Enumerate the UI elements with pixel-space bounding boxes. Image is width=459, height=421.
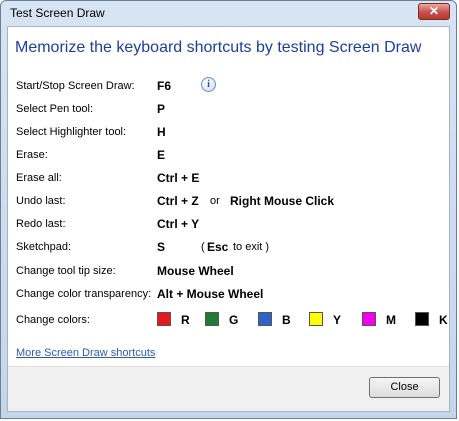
color-letter: M: [386, 313, 396, 327]
paren-open: (: [201, 241, 205, 253]
color-letter: R: [181, 313, 190, 327]
color-swatch-magenta: [362, 312, 376, 326]
color-swatch-blue: [258, 312, 272, 326]
color-swatch-green: [205, 312, 219, 326]
title-bar: Test Screen Draw ✕: [1, 1, 456, 26]
dialog-window: Test Screen Draw ✕ Memorize the keyboard…: [0, 0, 457, 419]
shortcut-label: Change color transparency:: [16, 288, 152, 300]
shortcut-key: Alt + Mouse Wheel: [157, 287, 264, 301]
close-button[interactable]: Close: [369, 377, 440, 398]
more-shortcuts-link[interactable]: More Screen Draw shortcuts: [16, 347, 155, 359]
close-window-button[interactable]: ✕: [418, 3, 450, 20]
shortcut-label: Select Pen tool:: [16, 103, 94, 115]
shortcut-label: Erase:: [16, 149, 48, 161]
shortcut-key: Ctrl + E: [157, 171, 200, 185]
shortcut-key: Mouse Wheel: [157, 264, 234, 278]
shortcut-label: Redo last:: [16, 218, 66, 230]
color-letter: Y: [333, 313, 342, 327]
shortcut-key: H: [157, 125, 166, 139]
esc-text: to exit ): [233, 241, 270, 253]
close-icon: ✕: [428, 4, 440, 18]
color-swatch-black: [415, 312, 429, 326]
shortcut-key: F6: [157, 79, 172, 93]
shortcut-label: Change tool tip size:: [16, 265, 116, 277]
esc-key: Esc: [207, 240, 229, 254]
color-swatch-yellow: [309, 312, 323, 326]
shortcut-label: Start/Stop Screen Draw:: [16, 80, 135, 92]
shortcut-label: Undo last:: [16, 195, 66, 207]
color-letter: B: [282, 313, 291, 327]
alt-shortcut-key: Right Mouse Click: [230, 194, 335, 208]
shortcut-key: E: [157, 148, 166, 162]
color-letter: G: [229, 313, 239, 327]
dialog-footer: Close: [8, 366, 449, 411]
window-title: Test Screen Draw: [10, 6, 105, 20]
or-text: or: [210, 195, 220, 207]
shortcut-key: Ctrl + Z: [157, 194, 199, 208]
dialog-content: Memorize the keyboard shortcuts by testi…: [7, 26, 450, 412]
color-letter: K: [439, 313, 448, 327]
shortcut-key: S: [157, 240, 166, 254]
shortcut-label: Erase all:: [16, 172, 62, 184]
info-icon[interactable]: i: [201, 77, 216, 92]
shortcut-label: Change colors:: [16, 314, 90, 326]
shortcut-key: Ctrl + Y: [157, 217, 200, 231]
color-swatch-red: [157, 312, 171, 326]
shortcut-key: P: [157, 102, 166, 116]
page-title: Memorize the keyboard shortcuts by testi…: [15, 39, 422, 56]
shortcut-label: Sketchpad:: [16, 241, 72, 253]
shortcut-label: Select Highlighter tool:: [16, 126, 127, 138]
